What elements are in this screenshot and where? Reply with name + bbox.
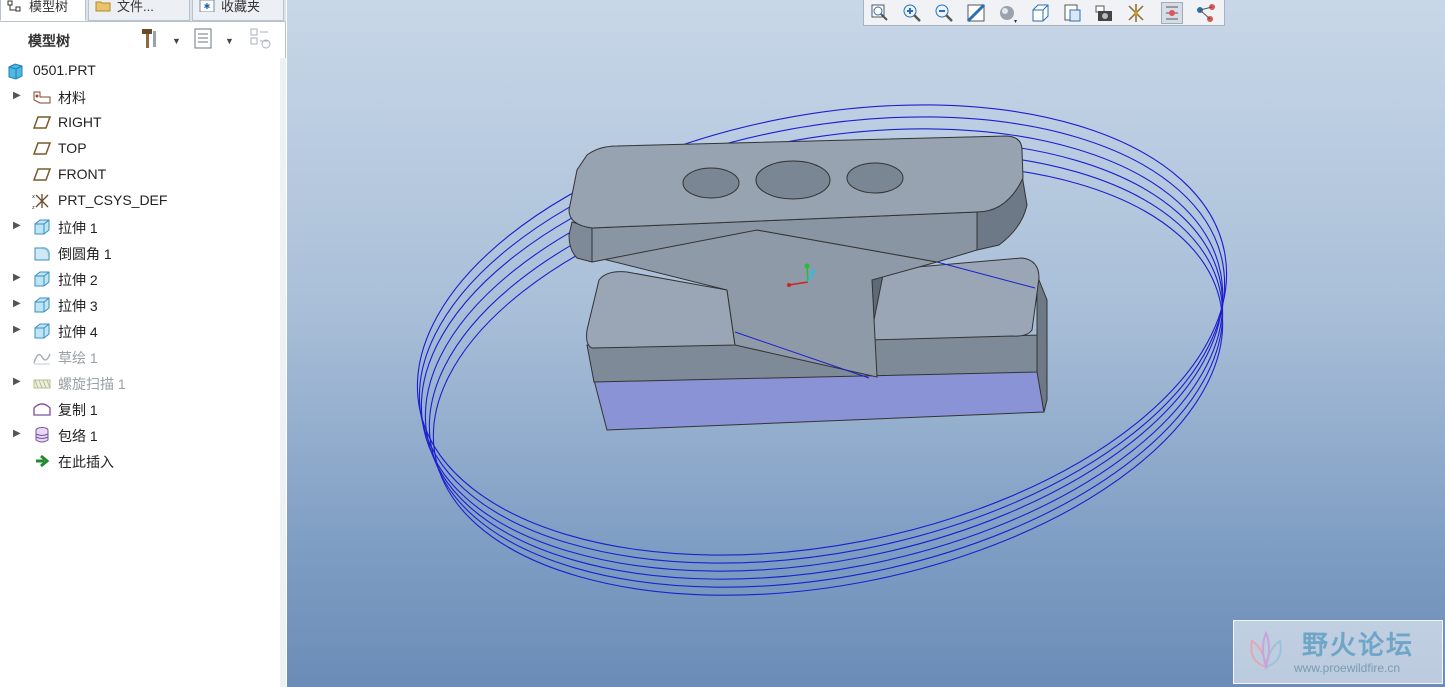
tools-dropdown-icon[interactable]: ▼ [172,36,181,46]
screenshot-icon[interactable] [1093,2,1115,24]
tree-item-label: PRT_CSYS_DEF [58,192,168,208]
spin-center-icon[interactable] [1161,2,1183,24]
tree-item-extrude-4[interactable]: ▶ 拉伸 4 [0,318,280,344]
material-icon [32,88,52,106]
extrude-icon [32,218,52,236]
tree-item-label: 0501.PRT [33,62,96,78]
expand-arrow-icon[interactable]: ▶ [13,90,21,101]
svg-text:▾: ▾ [1014,18,1017,24]
datum-plane-icon [32,166,52,184]
tree-item-extrude-1[interactable]: ▶ 拉伸 1 [0,214,280,240]
watermark-title: 野火论坛 [1302,630,1415,660]
tree-item-label: 拉伸 2 [58,272,98,288]
datum-plane-icon [32,114,52,132]
tree-item-label: 在此插入 [58,454,114,470]
round-icon [32,244,52,262]
tree-item-label: 材料 [58,90,86,106]
tree-item-label: FRONT [58,166,107,182]
tab-favorites[interactable]: ✱ 收藏夹 [192,0,284,21]
tree-item-label: 倒圆角 1 [58,246,112,262]
tree-item-round-1[interactable]: 倒圆角 1 [0,240,280,266]
model-scene[interactable] [287,0,1445,687]
tab-folder-browser-label: 文件... [117,0,154,14]
tree-item-label: RIGHT [58,114,102,130]
navigator-tabbar: 模型树 文件... ✱ 收藏夹 [0,0,286,22]
coordinate-system-icon: xz [32,192,52,211]
panel-title: 模型树 [28,33,70,49]
tab-model-tree[interactable]: 模型树 [0,0,86,21]
view-toolbar: ▾ [863,0,1225,26]
model-tree-icon [7,0,23,12]
datum-display-icon[interactable] [1125,2,1147,24]
tree-item-helical-sweep-1[interactable]: ▶ 螺旋扫描 1 [0,370,280,396]
folder-icon [95,0,111,12]
tree-item-label: 拉伸 4 [58,324,98,340]
tree-item-wrap-1[interactable]: ▶ 包络 1 [0,422,280,448]
panel-scrollbar[interactable] [280,58,286,687]
datum-plane-icon [32,140,52,158]
expand-arrow-icon[interactable]: ▶ [13,324,21,335]
watermark-url: www.proewildfire.cn [1294,661,1401,675]
tab-folder-browser[interactable]: 文件... [88,0,190,21]
svg-text:x: x [32,194,35,200]
tools-icon[interactable] [138,26,162,50]
sketch-icon [32,348,52,366]
annotation-display-icon[interactable] [1195,2,1217,24]
extrude-icon [32,270,52,288]
forum-watermark: 野火论坛 www.proewildfire.cn [1233,620,1443,684]
view-manager-icon[interactable] [1061,2,1083,24]
display-style-icon[interactable]: ▾ [997,2,1019,25]
tree-item-top[interactable]: TOP [0,136,280,162]
tree-item-label: 草绘 1 [58,350,98,366]
settings-dropdown-icon[interactable]: ▼ [225,36,234,46]
settings-list-icon[interactable] [192,26,216,50]
tree-item-front[interactable]: FRONT [0,162,280,188]
graphics-viewport[interactable]: ▾ 野火论坛 www.proewildfire.cn [287,0,1445,687]
wrap-icon [32,426,52,444]
watermark-logo-icon [1250,630,1282,671]
svg-text:✱: ✱ [204,2,211,11]
repaint-icon[interactable] [965,2,987,24]
insert-here-icon [32,452,52,470]
zoom-in-icon[interactable] [901,2,923,24]
tree-item-root[interactable]: 0501.PRT [0,58,280,84]
expand-arrow-icon[interactable]: ▶ [13,220,21,231]
tree-item-extrude-3[interactable]: ▶ 拉伸 3 [0,292,280,318]
model-tree-toolbar: 模型树 ▼ ▼ [0,22,280,56]
extrude-icon [32,322,52,340]
tree-item-label: 复制 1 [58,402,98,418]
tree-item-insert-here[interactable]: 在此插入 [0,448,280,474]
expand-arrow-icon[interactable]: ▶ [13,272,21,283]
expand-arrow-icon[interactable]: ▶ [13,428,21,439]
svg-text:z: z [32,205,35,210]
part-icon [6,62,26,80]
tree-item-label: 螺旋扫描 1 [58,376,126,392]
tab-favorites-label: 收藏夹 [221,0,261,14]
tree-item-material[interactable]: ▶ 材料 [0,84,280,110]
tree-item-csys[interactable]: xz PRT_CSYS_DEF [0,188,280,214]
expand-arrow-icon[interactable]: ▶ [13,298,21,309]
zoom-fit-icon[interactable] [869,2,891,24]
tree-item-label: 拉伸 1 [58,220,98,236]
copy-icon [32,400,52,418]
model-tree-panel: 模型树 文件... ✱ 收藏夹 模型树 ▼ ▼ 0501.PRT ▶ 材料 RI… [0,0,286,687]
extrude-icon [32,296,52,314]
helical-sweep-icon [32,374,52,392]
show-hide-columns-icon[interactable] [248,26,272,50]
tab-model-tree-label: 模型树 [29,0,69,14]
tree-item-copy-1[interactable]: 复制 1 [0,396,280,422]
tree-item-label: 拉伸 3 [58,298,98,314]
tree-item-label: TOP [58,140,87,156]
favorites-icon: ✱ [199,0,215,13]
tree-item-sketch-1[interactable]: 草绘 1 [0,344,280,370]
tree-item-right[interactable]: RIGHT [0,110,280,136]
saved-views-icon[interactable] [1029,2,1051,24]
expand-arrow-icon[interactable]: ▶ [13,376,21,387]
zoom-out-icon[interactable] [933,2,955,24]
tree-item-extrude-2[interactable]: ▶ 拉伸 2 [0,266,280,292]
tree-item-label: 包络 1 [58,428,98,444]
